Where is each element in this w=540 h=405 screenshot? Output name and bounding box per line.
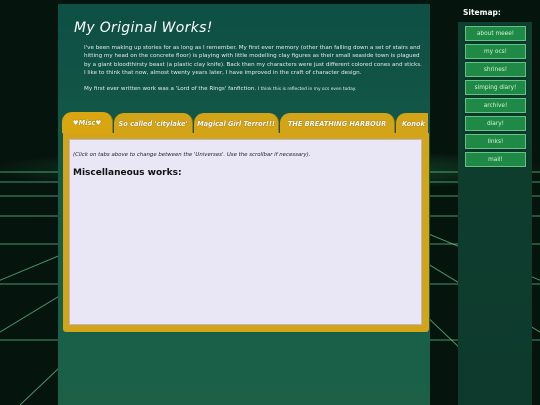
tab-content[interactable]: (Click on tabs above to change between t…: [69, 139, 422, 325]
universe-tabs: ♥Misc♥ So called 'citylake' Magical Girl…: [62, 112, 428, 134]
nav-about[interactable]: about meee!: [465, 26, 526, 41]
tab-citylake[interactable]: So called 'citylake': [114, 113, 193, 134]
intro-paragraph-2: My first ever written work was a 'Lord o…: [84, 85, 422, 94]
nav-diary[interactable]: diary!: [465, 116, 526, 131]
sitemap: about meee! my ocs! shrines! simping dia…: [458, 22, 532, 405]
tab-magical-girl-terror[interactable]: Magical Girl Terror!!!: [194, 113, 279, 134]
nav-my-ocs[interactable]: my ocs!: [465, 44, 526, 59]
tab-misc[interactable]: ♥Misc♥: [62, 112, 113, 133]
nav-links[interactable]: links!: [465, 134, 526, 149]
sitemap-title: Sitemap:: [463, 8, 501, 17]
intro-paragraph-2-aside: I think this is reflected in my ocs even…: [257, 86, 357, 92]
main-panel: My Original Works! I've been making up s…: [58, 4, 430, 405]
tab-content-frame: (Click on tabs above to change between t…: [63, 133, 429, 332]
tab-konok[interactable]: Konok: [396, 113, 428, 134]
nav-shrines[interactable]: shrines!: [465, 62, 526, 77]
nav-simping-diary[interactable]: simping diary!: [465, 80, 526, 95]
intro-paragraph-1: I've been making up stories for as long …: [84, 45, 422, 77]
intro-paragraph-2-main: My first ever written work was a 'Lord o…: [84, 85, 257, 92]
intro-text: I've been making up stories for as long …: [84, 44, 422, 101]
tab-hint: (Click on tabs above to change between t…: [73, 152, 311, 158]
section-heading: Miscellaneous works:: [73, 168, 182, 178]
nav-mail[interactable]: mail!: [465, 152, 526, 167]
tab-breathing-harbour[interactable]: THE BREATHING HARBOUR: [280, 113, 395, 134]
page-title: My Original Works!: [74, 20, 213, 36]
nav-archive[interactable]: archive!: [465, 98, 526, 113]
